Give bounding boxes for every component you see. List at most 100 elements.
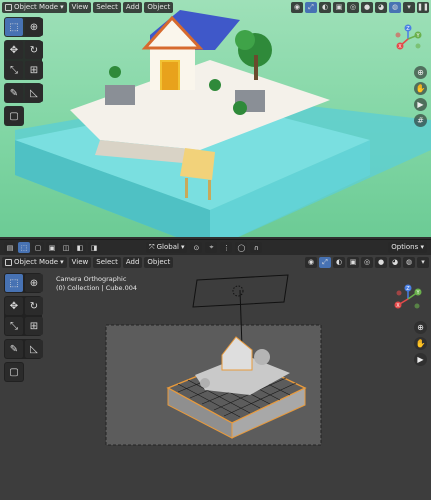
visibility-icon[interactable]: ◉ <box>291 1 303 13</box>
top-nav-buttons: ⊕ ✋ ▶ # <box>414 66 427 127</box>
gizmo-toggle-icon[interactable]: ⤢ <box>319 256 331 268</box>
object-mode-label: Object Mode <box>14 257 59 266</box>
select-invert-icon[interactable]: ◧ <box>74 242 86 253</box>
navigation-gizmo[interactable]: Z Y X <box>393 24 423 54</box>
visibility-icon[interactable]: ◉ <box>305 256 317 268</box>
camera-view-icon[interactable]: ▶ <box>414 353 427 366</box>
measure-tool-icon[interactable]: ◺ <box>25 340 43 358</box>
pause-icon[interactable]: ❚❚ <box>417 1 429 13</box>
material-shading-icon[interactable]: ◕ <box>375 1 387 13</box>
top-viewport[interactable]: Object Mode ▾ View Select Add Object ◉ ⤢… <box>0 0 431 237</box>
bottom-header-right: ◉ ⤢ ◐ ▣ ◎ ● ◕ ◍ ▾ <box>305 256 429 268</box>
annotate-tools: ✎ ◺ <box>4 83 43 103</box>
pivot-point-icon[interactable]: ⊙ <box>190 242 203 253</box>
chevron-down-icon: ▾ <box>60 2 64 11</box>
material-shading-icon[interactable]: ◕ <box>389 256 401 268</box>
move-tool-icon[interactable]: ✥ <box>5 41 23 59</box>
editor-type-icon[interactable]: ▤ <box>4 242 16 253</box>
chevron-down-icon: ▾ <box>60 257 64 266</box>
overlay-icon[interactable]: ◐ <box>319 1 331 13</box>
view-menu[interactable]: View <box>68 256 92 268</box>
annotate-tools: ✎ ◺ <box>4 339 43 359</box>
annotate-tool-icon[interactable]: ✎ <box>5 84 23 102</box>
axis-gizmo-icon: Z Y X <box>395 24 422 50</box>
zoom-icon[interactable]: ⊕ <box>414 66 427 79</box>
z-axis-label: Z <box>406 26 410 32</box>
pan-hand-icon[interactable]: ✋ <box>414 82 427 95</box>
options-label: Options <box>391 243 419 251</box>
navigation-gizmo[interactable]: Z Y X <box>393 284 423 314</box>
proportional-edit-icon[interactable]: ◯ <box>235 242 248 253</box>
bottom-toolbar: ⬚ ⊕ ✥ ↻ ⤡ ⊞ ✎ ◺ ▢ <box>4 273 44 382</box>
z-axis-label: Z <box>406 286 410 292</box>
bottom-nav-buttons: ⊕ ✋ ▶ <box>414 321 427 366</box>
island-scene <box>15 10 431 237</box>
add-menu[interactable]: Add <box>122 256 143 268</box>
select-tools: ⬚ ⊕ <box>4 273 43 293</box>
axis-gizmo-icon: Z Y X <box>394 284 422 309</box>
add-cube-tools: ▢ <box>4 362 24 382</box>
falloff-curve-icon[interactable]: ∩ <box>250 242 263 253</box>
move-tool-icon[interactable]: ✥ <box>5 297 23 315</box>
select-subtract-icon[interactable]: ◫ <box>60 242 72 253</box>
wireframe-shading-icon[interactable]: ◎ <box>361 256 373 268</box>
object-menu[interactable]: Object <box>144 1 174 13</box>
select-menu[interactable]: Select <box>93 256 121 268</box>
snap-icon[interactable]: ⌖ <box>205 242 218 253</box>
object-mode-dropdown[interactable]: Object Mode ▾ <box>2 256 67 268</box>
x-axis-label: X <box>396 303 400 309</box>
transform-orientation-dropdown[interactable]: ⤧ Global ▾ <box>146 242 188 253</box>
select-tools: ⬚ ⊕ <box>4 17 43 37</box>
wireframe-shading-icon[interactable]: ◎ <box>347 1 359 13</box>
view-menu[interactable]: View <box>68 1 92 13</box>
pan-hand-icon[interactable]: ✋ <box>414 337 427 350</box>
select-extend-icon[interactable]: ▣ <box>46 242 58 253</box>
cursor-tool-icon[interactable]: ⊕ <box>25 18 43 36</box>
add-cube-tool-icon[interactable]: ▢ <box>5 107 23 125</box>
scale-tool-icon[interactable]: ⤡ <box>5 61 23 79</box>
xray-icon[interactable]: ▣ <box>347 256 359 268</box>
rotate-tool-icon[interactable]: ↻ <box>25 297 43 315</box>
perspective-grid-icon[interactable]: # <box>414 114 427 127</box>
bottom-viewport[interactable]: Object Mode ▾ View Select Add Object ◉ ⤢… <box>0 255 431 500</box>
rendered-shading-icon[interactable]: ◍ <box>403 256 415 268</box>
overlay-icon[interactable]: ◐ <box>333 256 345 268</box>
select-new-icon[interactable]: ▢ <box>32 242 44 253</box>
solid-shading-icon[interactable]: ● <box>361 1 373 13</box>
select-box-tool-icon[interactable]: ⬚ <box>5 18 23 36</box>
transform-tools: ✥ ↻ ⤡ ⊞ <box>4 40 43 80</box>
orientation-label: Global <box>156 243 179 251</box>
rotate-tool-icon[interactable]: ↻ <box>25 41 43 59</box>
object-mode-dropdown[interactable]: Object Mode ▾ <box>2 1 67 13</box>
cursor-tool-icon[interactable]: ⊕ <box>25 274 43 292</box>
object-mode-icon <box>5 3 12 11</box>
scale-tool-icon[interactable]: ⤡ <box>5 317 23 335</box>
annotate-tool-icon[interactable]: ✎ <box>5 340 23 358</box>
select-box-tool-icon[interactable]: ⬚ <box>5 274 23 292</box>
shading-options-icon[interactable]: ▾ <box>417 256 429 268</box>
gizmo-toggle-icon[interactable]: ⤢ <box>305 1 317 13</box>
camera-view-icon[interactable]: ▶ <box>414 98 427 111</box>
measure-tool-icon[interactable]: ◺ <box>25 84 43 102</box>
chevron-down-icon: ▾ <box>420 243 424 251</box>
camera-title: Camera Orthographic <box>56 275 127 283</box>
shading-options-icon[interactable]: ▾ <box>403 1 415 13</box>
options-dropdown[interactable]: Options ▾ <box>388 242 427 253</box>
orientation-icon: ⤧ <box>149 243 155 251</box>
select-intersect-icon[interactable]: ◨ <box>88 242 100 253</box>
add-menu[interactable]: Add <box>122 1 143 13</box>
rendered-shading-icon[interactable]: ◍ <box>389 1 401 13</box>
select-menu[interactable]: Select <box>93 1 121 13</box>
transform-tool-icon[interactable]: ⊞ <box>25 61 43 79</box>
transform-tools: ✥ ↻ ⤡ ⊞ <box>4 296 43 336</box>
transform-tool-icon[interactable]: ⊞ <box>25 317 43 335</box>
solid-shading-icon[interactable]: ● <box>375 256 387 268</box>
xray-icon[interactable]: ▣ <box>333 1 345 13</box>
select-mode-icon[interactable]: ⬚ <box>18 242 30 253</box>
object-menu[interactable]: Object <box>144 256 174 268</box>
zoom-icon[interactable]: ⊕ <box>414 321 427 334</box>
add-cube-tool-icon[interactable]: ▢ <box>5 363 23 381</box>
chevron-down-icon: ▾ <box>180 243 185 251</box>
middle-header: ▤ ⬚ ▢ ▣ ◫ ◧ ◨ ⤧ Global ▾ ⊙ ⌖ ⋮ ◯ ∩ Optio… <box>0 239 431 256</box>
snap-target-icon[interactable]: ⋮ <box>220 242 233 253</box>
